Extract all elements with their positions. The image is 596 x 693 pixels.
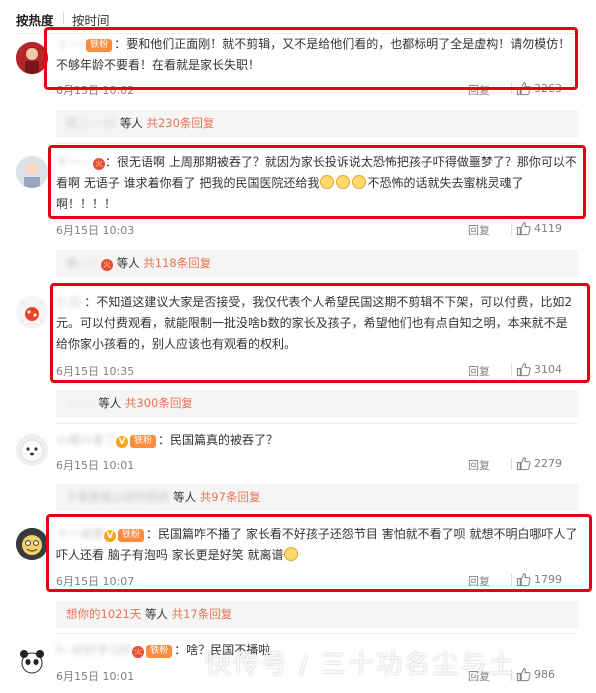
avatar[interactable] <box>16 296 48 328</box>
comment-content: ：民国篇真的被吞了？ <box>158 433 279 447</box>
like-button[interactable]: 4119 <box>516 221 578 237</box>
avatar[interactable] <box>16 434 48 466</box>
username-link[interactable]: h--好好学习的 <box>56 643 132 657</box>
avatar[interactable] <box>16 646 48 678</box>
reply-suffix: 等人 <box>116 256 140 270</box>
like-count: 4119 <box>534 222 562 235</box>
reply-suffix: 等人 <box>119 116 143 130</box>
reply-summary[interactable]: 不要要看以前的民民 等人 共97条回复 <box>56 484 578 511</box>
like-button[interactable]: 986 <box>516 667 578 683</box>
highlight-box <box>50 283 590 383</box>
highlight-box <box>48 145 586 219</box>
reply-button[interactable]: 回复 <box>468 222 490 238</box>
reply-summary[interactable]: 想你的1021天 等人 共17条回复 <box>56 601 578 628</box>
reply-suffix: 等人 <box>173 490 197 504</box>
reply-summary[interactable]: --- --- 等人 共300条回复 <box>56 390 578 417</box>
watermark: 快传号 / 三十功名尘与土 <box>205 650 517 680</box>
reply-users: 想你的1021天 <box>66 607 142 621</box>
fire-badge-icon: 火 <box>132 646 145 658</box>
avatar[interactable] <box>16 156 48 188</box>
like-button[interactable]: 2279 <box>516 456 578 472</box>
reply-users: 倩--一 <box>66 256 98 270</box>
meta-separator <box>511 458 512 470</box>
reply-summary[interactable]: 倩--一 火 等人 共118条回复 <box>56 250 578 277</box>
comment-time: 6月15日 10:03 <box>56 224 135 237</box>
comment-time: 6月15日 10:01 <box>56 459 135 472</box>
reply-count-link[interactable]: 共300条回复 <box>125 396 193 410</box>
reply-suffix: 等人 <box>144 607 168 621</box>
reply-users: --- --- <box>66 396 95 410</box>
sort-separator <box>63 12 64 24</box>
comment-text: 小猪兴奋了 V 铁粉 ：民国篇真的被吞了？ <box>56 430 578 451</box>
fire-badge-icon: 火 <box>100 259 113 271</box>
reply-count-link[interactable]: 共97条回复 <box>200 490 261 504</box>
comment-time: 6月15日 10:01 <box>56 670 135 683</box>
fan-badge: 铁粉 <box>130 435 157 448</box>
like-count: 986 <box>534 668 555 681</box>
comment-meta: 6月15日 10:03 回复 4119 <box>56 220 578 238</box>
like-count: 2279 <box>534 457 562 470</box>
thumbs-up-icon <box>516 222 531 236</box>
divider <box>56 423 578 424</box>
reply-count-link[interactable]: 共118条回复 <box>143 256 211 270</box>
comment-meta: 6月15日 10:01 回复 2279 <box>56 455 578 473</box>
reply-suffix: 等人 <box>98 396 122 410</box>
reply-count-link[interactable]: 共230条回复 <box>146 116 214 130</box>
meta-separator <box>511 223 512 235</box>
reply-summary[interactable]: 哈二-一川 等人 共230条回复 <box>56 110 578 137</box>
highlight-box <box>44 27 578 90</box>
divider <box>56 143 578 144</box>
fan-badge: 铁粉 <box>146 645 173 658</box>
username-link[interactable]: 小猪兴奋了 <box>56 433 116 447</box>
vip-badge-icon: V <box>116 436 129 448</box>
divider <box>56 633 578 634</box>
avatar[interactable] <box>16 528 48 560</box>
highlight-box <box>46 514 592 592</box>
reply-button[interactable]: 回复 <box>468 457 490 473</box>
reply-count-link[interactable]: 共17条回复 <box>172 607 233 621</box>
thumbs-up-icon <box>516 668 531 682</box>
reply-users: 不要要看以前的民民 <box>66 490 170 504</box>
reply-users: 哈二-一川 <box>66 116 117 130</box>
thumbs-up-icon <box>516 457 531 471</box>
